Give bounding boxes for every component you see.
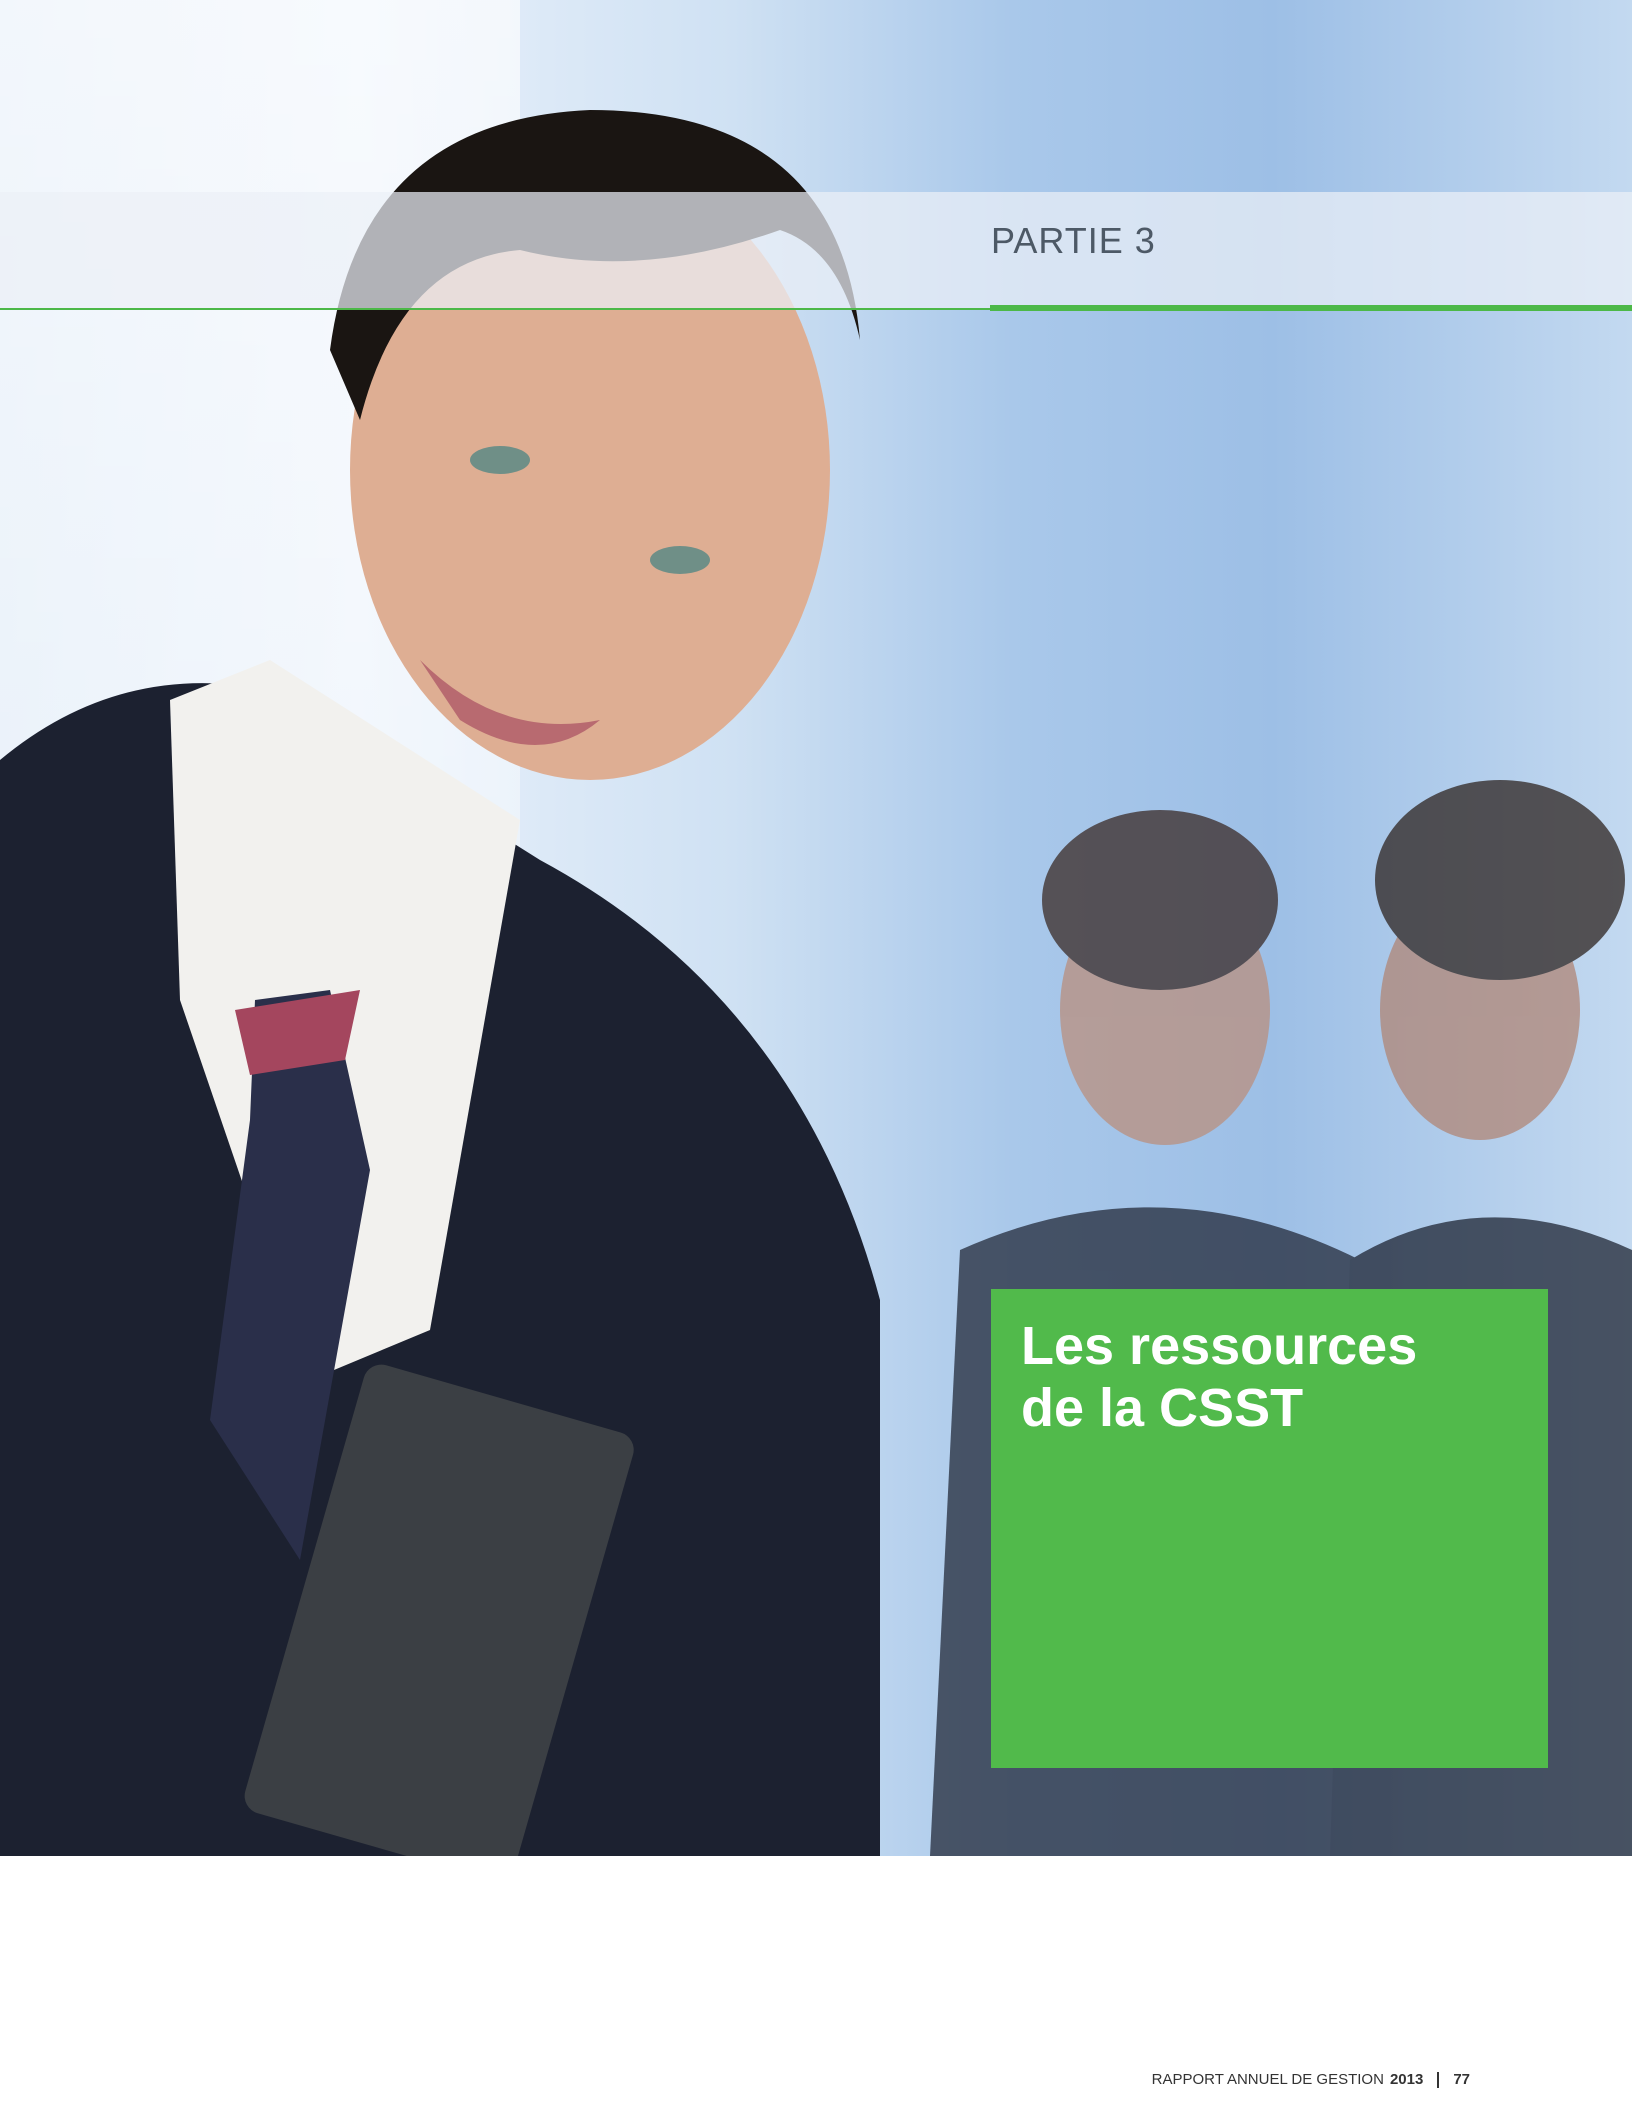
report-name: RAPPORT ANNUEL DE GESTION — [1151, 2071, 1384, 2088]
page-number: 77 — [1453, 2071, 1470, 2088]
footer-separator — [1437, 2071, 1440, 2088]
band-rule-thick — [990, 305, 1632, 311]
section-band — [0, 192, 1632, 308]
band-rule-thin — [0, 308, 990, 310]
page-title: Les ressources de la CSST — [1021, 1316, 1418, 1438]
report-year: 2013 — [1389, 2071, 1424, 2088]
section-label: PARTIE 3 — [991, 220, 1156, 261]
man-figure — [0, 110, 880, 1856]
title-box: Les ressources de la CSST — [991, 1289, 1548, 1768]
page-footer: RAPPORT ANNUEL DE GESTION 2013 77 — [1152, 2071, 1470, 2088]
